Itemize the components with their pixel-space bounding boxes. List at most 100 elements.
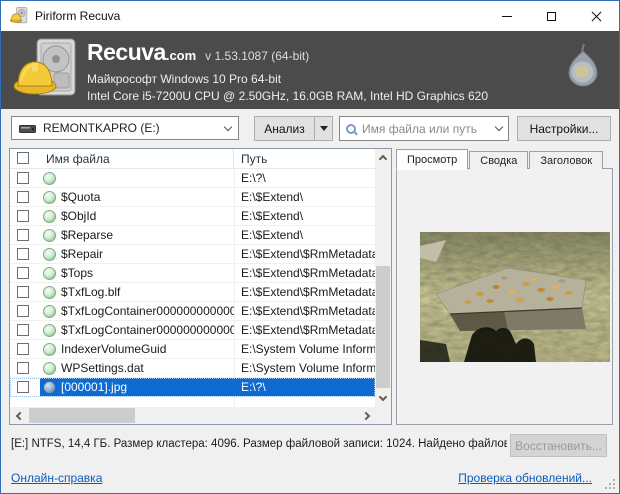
file-name-cell: $Quota [40,188,234,206]
search-input[interactable] [362,122,480,136]
row-checkbox[interactable] [17,172,29,184]
search-combobox[interactable] [339,116,509,141]
brand-line: Recuva.comv 1.53.1087 (64-bit) [87,39,309,66]
row-checkbox[interactable] [17,381,29,393]
vertical-scrollbar[interactable] [375,149,391,407]
app-header: Recuva.comv 1.53.1087 (64-bit) Майкрософ… [1,31,619,109]
file-name: $TxfLogContainer000000000000... [61,323,234,337]
table-row[interactable]: $TxfLogContainer000000000000...E:\$Exten… [10,302,375,321]
scroll-left-button[interactable] [10,407,27,424]
file-status-icon [43,229,56,242]
drive-selector-value: REMONTKAPRO (E:) [43,121,160,135]
preview-content [396,168,613,425]
online-help-link[interactable]: Онлайн-справка [11,467,102,489]
version-text: v 1.53.1087 (64-bit) [205,49,309,63]
chevron-right-icon [361,411,369,419]
row-checkbox[interactable] [17,343,29,355]
row-checkbox[interactable] [17,286,29,298]
table-row[interactable]: E:\?\ [10,169,375,188]
file-name-cell: $Tops [40,264,234,282]
file-status-icon [43,172,56,185]
column-header-filename[interactable]: Имя файла [40,149,234,169]
title-bar: Piriform Recuva [1,1,619,31]
recover-button[interactable]: Восстановить... [510,434,607,457]
analyze-button[interactable]: Анализ [254,116,315,141]
resize-grip[interactable] [604,478,615,489]
table-row[interactable]: [000001].jpgE:\?\ [10,378,375,397]
horizontal-scrollbar-thumb[interactable] [29,408,135,423]
file-name: IndexerVolumeGuid [61,342,166,356]
scroll-down-button[interactable] [375,390,391,407]
preview-tab-3[interactable]: Заголовок [529,151,603,169]
chevron-down-icon [224,122,232,130]
row-checkbox[interactable] [17,191,29,203]
chevron-up-icon [379,155,387,163]
dropdown-arrow-icon [320,126,328,131]
table-row[interactable]: WPSettings.datE:\System Volume Informat [10,359,375,378]
window-title: Piriform Recuva [35,9,120,23]
hardware-info: Intel Core i5-7200U CPU @ 2.50GHz, 16.0G… [87,89,488,103]
chevron-down-icon [495,123,503,131]
file-path: E:\$Extend\$RmMetadata\$ [234,321,375,339]
file-name: $ObjId [61,209,96,223]
row-checkbox-cell [10,362,40,374]
row-checkbox-cell [10,381,40,393]
drive-selector[interactable]: REMONTKAPRO (E:) [11,116,239,140]
scroll-right-button[interactable] [358,407,375,424]
status-bar-text: [E:] NTFS, 14,4 ГБ. Размер кластера: 409… [11,431,507,457]
row-checkbox[interactable] [17,267,29,279]
maximize-button[interactable] [529,1,574,31]
table-row[interactable]: $TxfLog.blfE:\$Extend\$RmMetadata\$ [10,283,375,302]
row-checkbox[interactable] [17,210,29,222]
file-path: E:\$Extend\ [234,226,375,244]
file-status-icon [43,210,56,223]
settings-button[interactable]: Настройки... [517,116,611,141]
table-row[interactable]: $RepairE:\$Extend\$RmMetadata\ [10,245,375,264]
select-all-checkbox[interactable] [17,152,29,164]
table-row[interactable]: $ObjIdE:\$Extend\ [10,207,375,226]
app-icon [10,7,28,25]
file-status-icon [43,286,56,299]
file-status-icon [43,343,56,356]
row-checkbox-cell [10,172,40,184]
row-checkbox[interactable] [17,362,29,374]
recover-button-label: Восстановить... [515,439,602,453]
row-checkbox[interactable] [17,229,29,241]
settings-button-label: Настройки... [530,122,599,136]
table-row[interactable]: $TxfLogContainer000000000000...E:\$Exten… [10,321,375,340]
preview-tab-1[interactable]: Просмотр [396,149,468,170]
chevron-down-icon [379,393,387,401]
vertical-scrollbar-thumb[interactable] [376,266,390,388]
file-path: E:\$Extend\$RmMetadata\$ [234,302,375,320]
pear-icon [563,41,603,96]
file-table-body: E:\?\$QuotaE:\$Extend\$ObjIdE:\$Extend\$… [10,169,375,397]
maximize-icon [547,12,556,21]
row-checkbox-cell [10,210,40,222]
row-checkbox[interactable] [17,305,29,317]
column-header-path[interactable]: Путь [234,152,375,166]
table-row[interactable]: $ReparseE:\$Extend\ [10,226,375,245]
table-row[interactable]: $TopsE:\$Extend\$RmMetadata\$ [10,264,375,283]
row-checkbox[interactable] [17,248,29,260]
file-name-cell: $TxfLogContainer000000000000... [40,302,234,320]
scrollbar-corner [375,407,391,424]
table-row[interactable]: IndexerVolumeGuidE:\System Volume Inform… [10,340,375,359]
analyze-dropdown-button[interactable] [314,116,333,141]
file-status-icon [43,362,56,375]
row-checkbox-cell [10,305,40,317]
scroll-up-button[interactable] [375,149,391,166]
preview-tab-2[interactable]: Сводка [469,151,528,169]
file-name-cell: $Reparse [40,226,234,244]
file-name: [000001].jpg [61,380,127,394]
table-row[interactable]: $QuotaE:\$Extend\ [10,188,375,207]
file-name-cell: $TxfLogContainer000000000000... [40,321,234,339]
row-checkbox[interactable] [17,324,29,336]
file-name-cell: WPSettings.dat [40,359,234,377]
check-updates-link[interactable]: Проверка обновлений... [458,467,592,489]
minimize-button[interactable] [484,1,529,31]
file-path: E:\System Volume Informat [234,359,375,377]
close-icon [591,11,602,22]
close-button[interactable] [574,1,619,31]
horizontal-scrollbar[interactable] [10,407,375,424]
file-name: $Quota [61,190,100,204]
